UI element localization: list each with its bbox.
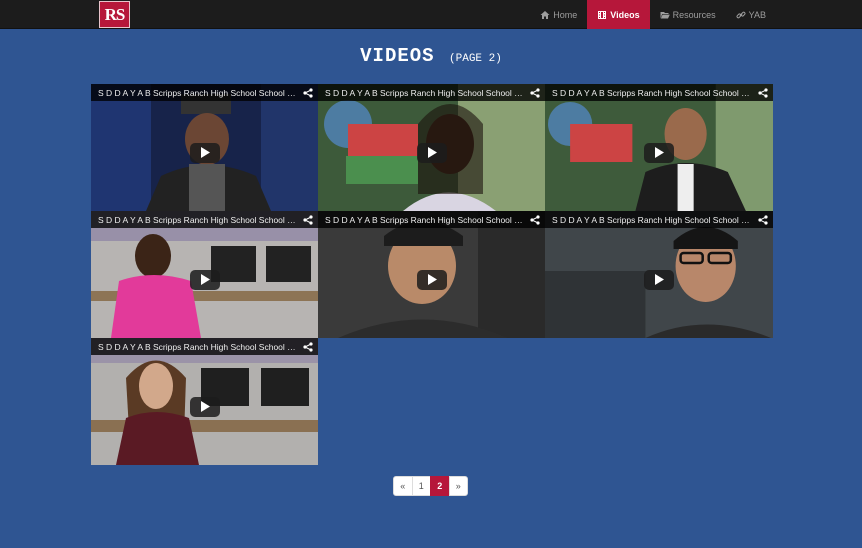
play-icon bbox=[427, 274, 437, 286]
video-card[interactable]: S D D A Y A B Scripps Ranch High School … bbox=[91, 84, 318, 211]
site-logo[interactable]: RS bbox=[99, 1, 130, 28]
pagination-page-1[interactable]: 1 bbox=[411, 476, 431, 496]
video-title[interactable]: S D D A Y A B Scripps Ranch High School … bbox=[325, 215, 526, 225]
play-button[interactable] bbox=[189, 269, 220, 290]
video-title[interactable]: S D D A Y A B Scripps Ranch High School … bbox=[325, 88, 526, 98]
main-nav: Home Videos Resources YAB bbox=[530, 0, 862, 29]
play-button[interactable] bbox=[644, 142, 674, 163]
share-icon[interactable] bbox=[303, 341, 313, 352]
home-icon bbox=[540, 10, 550, 19]
play-icon bbox=[655, 147, 664, 159]
pagination-prev[interactable]: « bbox=[393, 476, 413, 496]
video-title-bar: S D D A Y A B Scripps Ranch High School … bbox=[545, 84, 773, 101]
page-heading: VIDEOS (PAGE 2) bbox=[0, 45, 862, 67]
video-card[interactable]: S D D A Y A B Scripps Ranch High School … bbox=[545, 84, 773, 211]
pagination-next[interactable]: » bbox=[448, 476, 468, 496]
video-card[interactable]: S D D A Y A B Scripps Ranch High School … bbox=[318, 211, 545, 338]
pagination: « 1 2 » bbox=[393, 476, 468, 496]
play-icon bbox=[200, 274, 210, 286]
pagination-page-2[interactable]: 2 bbox=[430, 476, 450, 496]
video-title[interactable]: S D D A Y A B Scripps Ranch High School … bbox=[552, 215, 754, 225]
play-button[interactable] bbox=[189, 142, 220, 163]
video-title[interactable]: S D D A Y A B Scripps Ranch High School … bbox=[98, 215, 299, 225]
play-button[interactable] bbox=[416, 142, 447, 163]
nav-item-yab[interactable]: YAB bbox=[726, 0, 862, 29]
share-icon[interactable] bbox=[530, 214, 540, 225]
video-title-bar: S D D A Y A B Scripps Ranch High School … bbox=[91, 84, 318, 101]
share-icon[interactable] bbox=[303, 87, 313, 98]
video-title[interactable]: S D D A Y A B Scripps Ranch High School … bbox=[552, 88, 754, 98]
video-title-bar: S D D A Y A B Scripps Ranch High School … bbox=[91, 211, 318, 228]
video-title[interactable]: S D D A Y A B Scripps Ranch High School … bbox=[98, 342, 299, 352]
share-icon[interactable] bbox=[303, 214, 313, 225]
video-card[interactable]: S D D A Y A B Scripps Ranch High School … bbox=[91, 338, 318, 465]
play-icon bbox=[200, 401, 210, 413]
video-title-bar: S D D A Y A B Scripps Ranch High School … bbox=[318, 84, 545, 101]
nav-item-label: Videos bbox=[610, 9, 640, 20]
nav-item-label: Resources bbox=[672, 9, 716, 20]
video-card[interactable]: S D D A Y A B Scripps Ranch High School … bbox=[91, 211, 318, 338]
nav-item-label: YAB bbox=[748, 9, 766, 20]
play-icon bbox=[200, 147, 210, 159]
play-button[interactable] bbox=[189, 396, 220, 417]
video-title[interactable]: S D D A Y A B Scripps Ranch High School … bbox=[98, 88, 299, 98]
video-title-bar: S D D A Y A B Scripps Ranch High School … bbox=[91, 338, 318, 355]
play-button[interactable] bbox=[644, 269, 674, 290]
page-subtitle: (PAGE 2) bbox=[449, 53, 502, 65]
play-icon bbox=[427, 147, 437, 159]
link-icon bbox=[736, 11, 746, 18]
nav-item-home[interactable]: Home bbox=[530, 0, 587, 29]
top-navbar: RS Home Videos Resources YAB bbox=[0, 0, 862, 29]
play-icon bbox=[655, 274, 664, 286]
nav-item-label: Home bbox=[553, 9, 578, 20]
play-button[interactable] bbox=[416, 269, 447, 290]
video-title-bar: S D D A Y A B Scripps Ranch High School … bbox=[318, 211, 545, 228]
nav-item-resources[interactable]: Resources bbox=[650, 0, 726, 29]
share-icon[interactable] bbox=[758, 214, 768, 225]
page-title: VIDEOS bbox=[360, 45, 435, 67]
folder-open-icon bbox=[660, 11, 670, 18]
share-icon[interactable] bbox=[758, 87, 768, 98]
video-card[interactable]: S D D A Y A B Scripps Ranch High School … bbox=[318, 84, 545, 211]
nav-item-videos[interactable]: Videos bbox=[587, 0, 650, 29]
video-card[interactable]: S D D A Y A B Scripps Ranch High School … bbox=[545, 211, 773, 338]
video-title-bar: S D D A Y A B Scripps Ranch High School … bbox=[545, 211, 773, 228]
film-icon bbox=[598, 10, 607, 19]
share-icon[interactable] bbox=[530, 87, 540, 98]
